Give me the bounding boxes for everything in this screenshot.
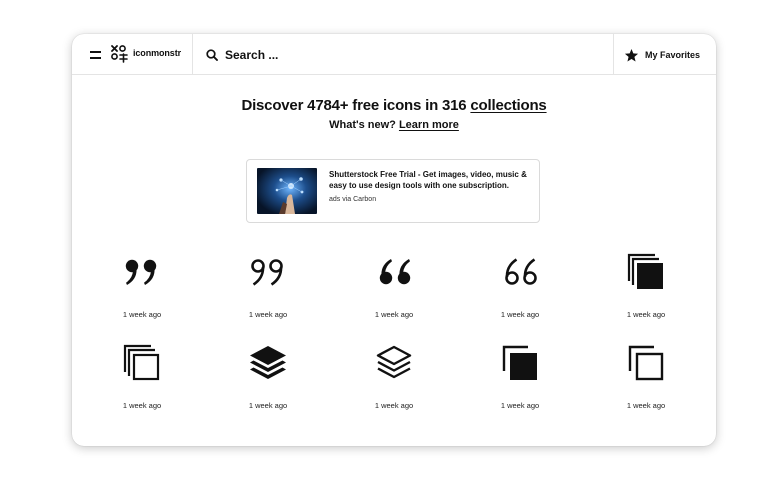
icon-card[interactable]: 1 week ago <box>79 252 205 319</box>
logo-icon[interactable] <box>111 45 129 63</box>
carbon-ad[interactable]: Shutterstock Free Trial - Get images, vi… <box>246 159 540 223</box>
copy-stack-outline-icon <box>123 344 160 381</box>
icon-card[interactable]: 1 week ago <box>457 252 583 319</box>
icon-card[interactable]: 1 week ago <box>331 343 457 410</box>
learn-more-link[interactable]: Learn more <box>399 119 459 131</box>
quote-right-outline-icon <box>251 259 283 286</box>
divider <box>192 34 193 75</box>
icon-card[interactable]: 1 week ago <box>583 343 709 410</box>
quote-left-outline-icon <box>505 258 537 285</box>
whats-new-text: What's new? <box>329 119 399 131</box>
time-label: 1 week ago <box>500 401 540 410</box>
icon-card[interactable]: 1 week ago <box>583 252 709 319</box>
time-label: 1 week ago <box>500 310 540 319</box>
whats-new-line: What's new? Learn more <box>72 119 716 131</box>
time-label: 1 week ago <box>122 310 162 319</box>
layers-outline-icon <box>376 345 412 379</box>
search-icon <box>206 49 218 61</box>
icon-card[interactable]: 1 week ago <box>205 343 331 410</box>
icon-card[interactable]: 1 week ago <box>331 252 457 319</box>
icon-card[interactable]: 1 week ago <box>205 252 331 319</box>
icon-grid: 1 week ago 1 week ago 1 week ago 1 week … <box>79 252 709 410</box>
divider <box>613 34 614 75</box>
time-label: 1 week ago <box>374 310 414 319</box>
time-label: 1 week ago <box>374 401 414 410</box>
time-label: 1 week ago <box>248 401 288 410</box>
time-label: 1 week ago <box>122 401 162 410</box>
quote-left-filled-icon <box>379 259 411 285</box>
layers-filled-icon <box>250 346 286 379</box>
copy-stack-filled-icon <box>627 253 663 289</box>
search-input[interactable] <box>225 46 525 64</box>
duplicate-outline-icon <box>628 345 664 381</box>
ad-image[interactable] <box>257 168 317 214</box>
icon-card[interactable]: 1 week ago <box>457 343 583 410</box>
icon-card[interactable]: 1 week ago <box>79 343 205 410</box>
time-label: 1 week ago <box>626 310 666 319</box>
quote-right-filled-icon <box>125 259 157 285</box>
my-favorites-button[interactable]: My Favorites <box>624 46 700 64</box>
star-icon <box>624 48 639 61</box>
ad-text[interactable]: Shutterstock Free Trial - Get images, vi… <box>329 169 534 191</box>
headline-text: Discover 4784+ free icons in 316 <box>241 97 471 114</box>
menu-icon[interactable] <box>90 51 101 59</box>
top-bar: iconmonstr My Favorites <box>72 34 716 75</box>
collections-link[interactable]: collections <box>470 97 546 114</box>
brand-name[interactable]: iconmonstr <box>133 48 181 58</box>
duplicate-filled-icon <box>502 345 537 380</box>
page-headline: Discover 4784+ free icons in 316 collect… <box>72 97 716 114</box>
time-label: 1 week ago <box>248 310 288 319</box>
time-label: 1 week ago <box>626 401 666 410</box>
my-favorites-label: My Favorites <box>645 50 701 60</box>
ads-via-carbon-link[interactable]: ads via Carbon <box>329 196 376 203</box>
app-window: iconmonstr My Favorites Discover 4784+ f… <box>72 34 716 446</box>
